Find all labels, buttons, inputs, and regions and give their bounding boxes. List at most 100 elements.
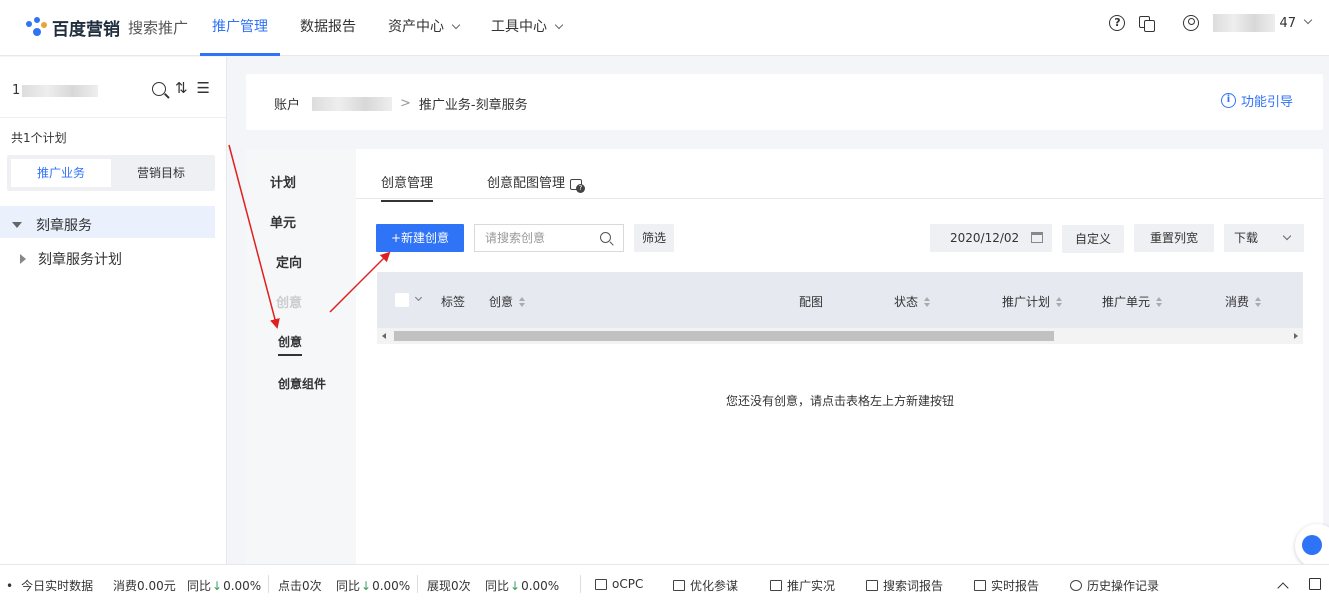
plan-count: 共1个计划 — [11, 131, 67, 145]
nav-tool-center[interactable]: 工具中心 — [479, 0, 574, 56]
spend-value: 消费0.00元 — [113, 579, 176, 593]
tree-item-plan[interactable]: 刻章服务计划 — [20, 249, 122, 269]
tool-ocpc[interactable]: oCPC — [595, 577, 643, 591]
tool-realtime-report[interactable]: 实时报告 — [974, 577, 1039, 594]
column-image: 配图 — [799, 293, 823, 310]
copy-icon[interactable] — [1139, 16, 1156, 32]
scroll-right-icon[interactable] — [1294, 333, 1298, 339]
column-label: 状态 — [894, 295, 919, 309]
sort-icon[interactable]: ⇅ — [175, 81, 188, 96]
edit-icon[interactable] — [1309, 578, 1321, 593]
new-creative-button[interactable]: +新建创意 — [376, 224, 464, 252]
scroll-left-icon[interactable] — [382, 333, 386, 339]
tree-item-business[interactable]: 刻章服务 — [12, 215, 92, 235]
column-spend[interactable]: 消费 — [1225, 293, 1262, 310]
user-avatar-icon[interactable] — [1183, 15, 1200, 31]
sort-icon[interactable] — [1156, 296, 1163, 307]
column-creative[interactable]: 创意 — [489, 293, 526, 310]
clock-icon — [1070, 580, 1082, 591]
reset-column-width-button[interactable]: 重置列宽 — [1134, 224, 1214, 252]
report-icon — [974, 580, 986, 591]
level-nav-sub-components[interactable]: 创意组件 — [278, 375, 326, 392]
download-dropdown[interactable]: 下载 — [1224, 224, 1304, 252]
customize-columns-button[interactable]: 自定义 — [1062, 225, 1124, 253]
column-unit[interactable]: 推广单元 — [1102, 293, 1163, 310]
creative-panel: 计划 单元 定向 创意 创意 创意组件 创意管理 创意配图管理 +新建创意 请搜… — [246, 149, 1329, 568]
column-status[interactable]: 状态 — [894, 293, 931, 310]
column-label: 标签 — [441, 295, 466, 309]
help-icon[interactable]: ? — [1109, 15, 1126, 31]
filter-button[interactable]: 筛选 — [634, 224, 674, 252]
redacted-account — [22, 84, 99, 97]
chevron-down-icon[interactable] — [414, 293, 423, 302]
image-help-icon[interactable] — [570, 179, 586, 193]
column-label: 创意 — [489, 295, 514, 309]
sidebar-tabs: 推广业务 营销目标 — [7, 155, 215, 191]
redacted-account — [312, 96, 393, 111]
plan-sidebar: 1 ⇅ ☰ 共1个计划 推广业务 营销目标 刻章服务 刻章服务计划 — [0, 57, 227, 564]
tab-creative-management[interactable]: 创意管理 — [381, 172, 434, 202]
tool-optimize[interactable]: 优化参谋 — [673, 577, 738, 594]
select-all-checkbox[interactable] — [395, 293, 409, 307]
arrow-down-icon: ↓ — [361, 578, 372, 593]
account-name: 1 — [12, 83, 99, 98]
column-plan[interactable]: 推广计划 — [1002, 293, 1063, 310]
tool-search-term-report[interactable]: 搜索词报告 — [866, 577, 943, 594]
level-nav-unit[interactable]: 单元 — [270, 212, 296, 231]
spend-yoy: 同比 ↓ 0.00% — [187, 578, 262, 594]
breadcrumb-account[interactable]: 账户 — [274, 94, 300, 113]
chevron-down-icon — [554, 20, 564, 30]
level-nav-targeting[interactable]: 定向 — [276, 252, 302, 271]
column-tag: 标签 — [441, 293, 465, 310]
level-nav-creative[interactable]: 创意 — [276, 292, 302, 311]
caret-right-icon[interactable] — [20, 254, 26, 264]
info-icon: i — [1220, 93, 1236, 108]
optimize-icon — [673, 580, 685, 591]
level-nav-plan[interactable]: 计划 — [270, 172, 296, 191]
calendar-icon — [1031, 232, 1043, 243]
monitor-icon — [770, 580, 782, 591]
search-placeholder: 请搜索创意 — [485, 231, 546, 245]
scrollbar-thumb[interactable] — [394, 331, 1054, 341]
feature-guide-link[interactable]: i 功能引导 — [1220, 91, 1293, 110]
tab-marketing-goal[interactable]: 营销目标 — [111, 159, 211, 187]
tab-image-management[interactable]: 创意配图管理 — [487, 172, 586, 193]
sort-icon[interactable] — [924, 296, 931, 307]
impressions-yoy: 同比 ↓ 0.00% — [485, 578, 560, 594]
breadcrumb: 账户 > 推广业务-刻章服务 — [274, 94, 528, 113]
logo[interactable]: 百度营销 搜索推广 — [26, 15, 188, 40]
horizontal-scrollbar[interactable] — [377, 328, 1303, 344]
feature-guide-label: 功能引导 — [1240, 95, 1293, 110]
account-prefix: 1 — [12, 83, 21, 98]
tool-live-view[interactable]: 推广实况 — [770, 577, 835, 594]
column-label: 推广计划 — [1002, 295, 1051, 309]
chat-support-button[interactable] — [1295, 524, 1329, 568]
clicks-yoy: 同比 ↓ 0.00% — [336, 578, 411, 594]
sort-icon[interactable] — [519, 296, 526, 307]
arrow-down-icon: ↓ — [212, 578, 223, 593]
tool-history-log[interactable]: 历史操作记录 — [1070, 577, 1159, 594]
creative-tabs: 创意管理 创意配图管理 — [356, 149, 1323, 202]
chevron-down-icon — [1282, 231, 1292, 241]
nav-data-reports[interactable]: 数据报告 — [288, 0, 368, 56]
sidebar-tools: ⇅ ☰ — [151, 81, 210, 96]
caret-down-icon[interactable] — [12, 222, 22, 228]
collapse-up-icon[interactable] — [1277, 581, 1289, 595]
user-menu[interactable]: 47 — [1213, 14, 1313, 32]
tree-item-label: 刻章服务 — [36, 218, 92, 234]
chevron-down-icon — [451, 20, 461, 30]
nav-asset-center[interactable]: 资产中心 — [376, 0, 471, 56]
creative-search-input[interactable]: 请搜索创意 — [474, 224, 624, 252]
breadcrumb-separator: > — [400, 96, 411, 111]
date-picker[interactable]: 2020/12/02 — [930, 224, 1052, 252]
tab-promotion-business[interactable]: 推广业务 — [11, 159, 111, 187]
nav-promotion-management[interactable]: 推广管理 — [200, 0, 280, 56]
search-icon[interactable] — [600, 232, 611, 243]
realtime-data-bar: • 今日实时数据 消费0.00元 同比 ↓ 0.00% 点击0次 同比 ↓ 0.00% 展… — [0, 564, 1329, 606]
sort-icon[interactable] — [1255, 296, 1262, 307]
sort-icon[interactable] — [1056, 296, 1063, 307]
search-icon[interactable] — [151, 81, 166, 96]
list-icon[interactable]: ☰ — [197, 81, 210, 96]
baidu-paw-icon — [26, 16, 48, 39]
level-nav-sub-creative[interactable]: 创意 — [278, 333, 303, 356]
